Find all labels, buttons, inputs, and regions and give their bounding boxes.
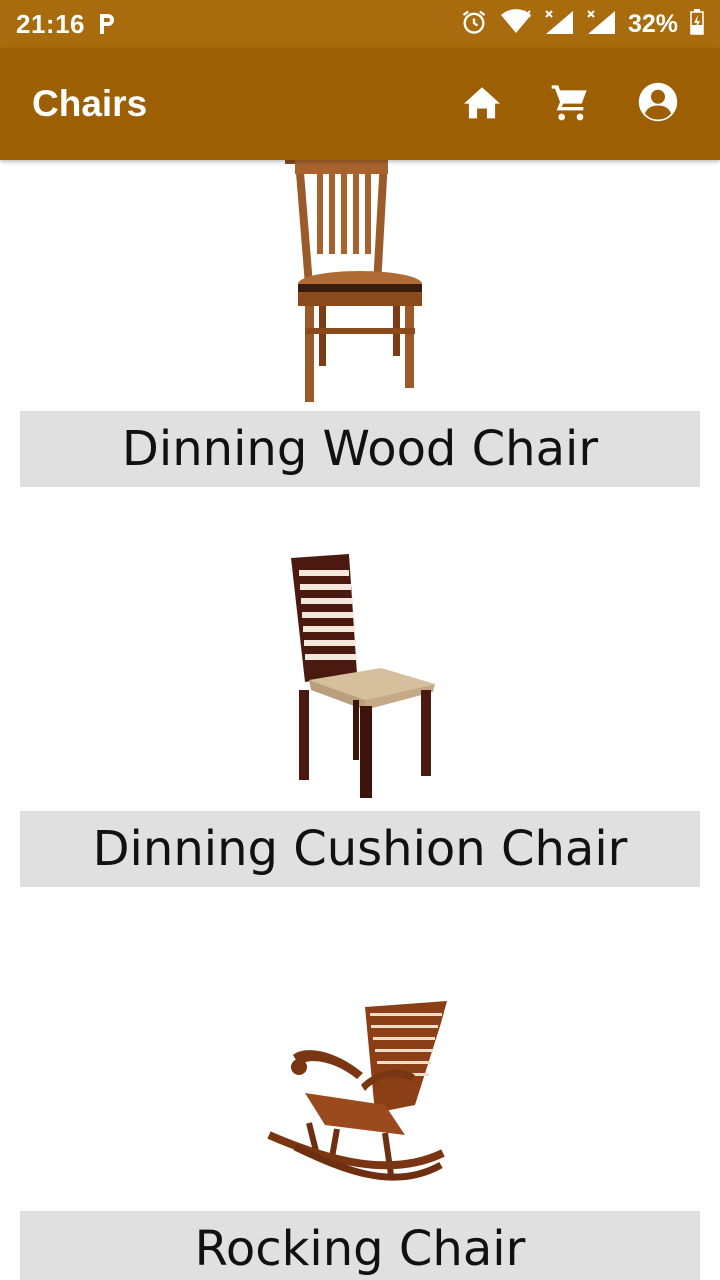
list-item[interactable]: Dinning Wood Chair (0, 160, 720, 490)
home-button[interactable] (452, 74, 512, 134)
list-item[interactable]: Dinning Cushion Chair (0, 490, 720, 890)
home-icon (462, 84, 502, 125)
status-icons: 32% (460, 8, 704, 41)
dining-cushion-chair-image[interactable] (0, 550, 720, 800)
product-list[interactable]: Dinning Wood Chair Dinning Cushion Chair… (0, 160, 720, 1280)
app-bar: Chairs (0, 48, 720, 160)
battery-charging-icon (690, 8, 704, 40)
account-icon (637, 81, 679, 128)
status-time: 21:16 (16, 8, 85, 39)
rocking-chair-image[interactable] (0, 995, 720, 1195)
dining-wood-chair-image[interactable] (0, 160, 720, 406)
product-name[interactable]: Rocking Chair (20, 1211, 700, 1280)
battery-percent: 32% (627, 9, 678, 38)
parking-icon (97, 12, 117, 36)
signal-icon-1 (544, 9, 574, 40)
account-button[interactable] (628, 74, 688, 134)
status-bar: 21:16 32% (0, 0, 720, 48)
product-name[interactable]: Dinning Cushion Chair (20, 811, 700, 887)
cart-button[interactable] (540, 74, 600, 134)
list-item[interactable]: Rocking Chair (0, 890, 720, 1280)
page-title: Chairs (32, 83, 148, 124)
product-name[interactable]: Dinning Wood Chair (20, 411, 700, 487)
app-bar-actions (424, 74, 688, 134)
signal-icon-2 (586, 9, 616, 40)
alarm-icon (460, 8, 488, 41)
wifi-icon (500, 8, 532, 40)
cart-icon (550, 82, 590, 127)
